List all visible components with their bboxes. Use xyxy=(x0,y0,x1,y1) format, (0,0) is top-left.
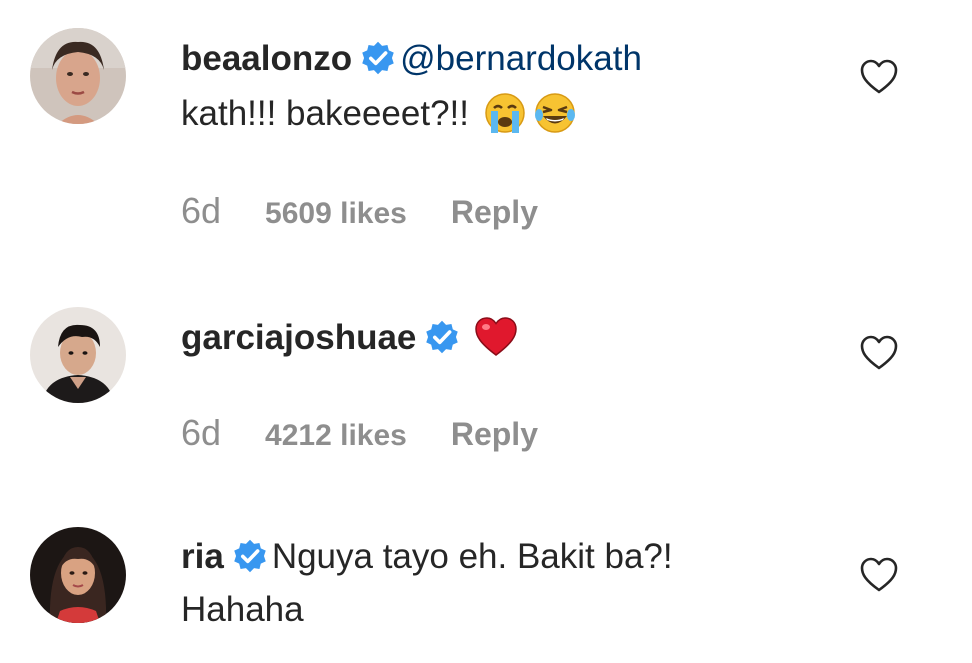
verified-badge-icon xyxy=(234,539,266,573)
comment-meta: 6d 5609 likes Reply xyxy=(181,190,538,232)
likes-count[interactable]: 5609 likes xyxy=(265,197,407,231)
reply-button[interactable]: Reply xyxy=(451,416,538,453)
tears-of-joy-emoji xyxy=(534,93,575,133)
comment-text: Nguya tayo eh. Bakit ba?! xyxy=(271,537,673,576)
comment-text-line2: Hahaha xyxy=(181,590,304,629)
likes-count[interactable]: 4212 likes xyxy=(265,419,407,453)
reply-button[interactable]: Reply xyxy=(451,194,538,231)
heart-outline-icon[interactable] xyxy=(860,335,898,371)
red-heart-emoji xyxy=(475,317,518,356)
username[interactable]: ria xyxy=(181,537,224,576)
comment-meta: 6d 4212 likes Reply xyxy=(181,412,538,454)
comment-line: garciajoshuae xyxy=(181,315,518,359)
heart-outline-icon[interactable] xyxy=(860,59,898,95)
comment-line: beaalonzo @bernardokath xyxy=(181,38,642,80)
username[interactable]: garciajoshuae xyxy=(181,318,416,357)
crying-face-emoji xyxy=(485,93,525,133)
verified-badge-icon xyxy=(362,41,394,75)
comment-time[interactable]: 6d xyxy=(181,412,221,454)
avatar-ria[interactable] xyxy=(30,527,126,623)
comment-line: Hahaha xyxy=(181,589,304,631)
avatar-beaalonzo[interactable] xyxy=(30,28,126,124)
heart-outline-icon[interactable] xyxy=(860,557,898,593)
mention-link[interactable]: @bernardokath xyxy=(400,39,642,78)
comment-line: ria Nguya tayo eh. Bakit ba?! xyxy=(181,536,673,578)
comment-text: kath!!! bakeeeet?!! xyxy=(181,94,469,133)
username[interactable]: beaalonzo xyxy=(181,39,352,78)
comment-time[interactable]: 6d xyxy=(181,190,221,232)
avatar-garciajoshuae[interactable] xyxy=(30,307,126,403)
comment-line: kath!!! bakeeeet?!! xyxy=(181,91,577,135)
verified-badge-icon xyxy=(426,320,459,354)
